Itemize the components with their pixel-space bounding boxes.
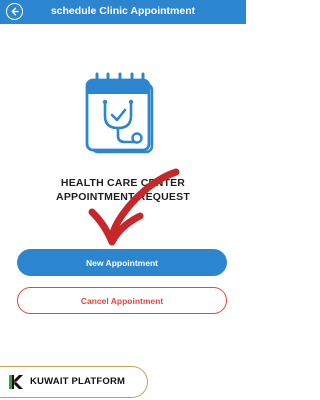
brand-name: KUWAIT PLATFORM	[30, 376, 126, 387]
kuwait-platform-logo-icon	[9, 375, 23, 389]
cancel-appointment-label: Cancel Appointment	[80, 295, 164, 306]
page-title: schedule Clinic Appointment	[50, 5, 196, 17]
new-appointment-label: New Appointment	[86, 257, 158, 268]
header-bar: schedule Clinic Appointment	[0, 0, 246, 24]
brand-watermark: KUWAIT PLATFORM	[0, 366, 148, 398]
calendar-stethoscope-icon	[85, 72, 154, 154]
new-appointment-button[interactable]: New Appointment	[17, 249, 227, 276]
cancel-appointment-button[interactable]: Cancel Appointment	[17, 287, 227, 314]
red-arrow-annotation-icon	[88, 168, 180, 246]
